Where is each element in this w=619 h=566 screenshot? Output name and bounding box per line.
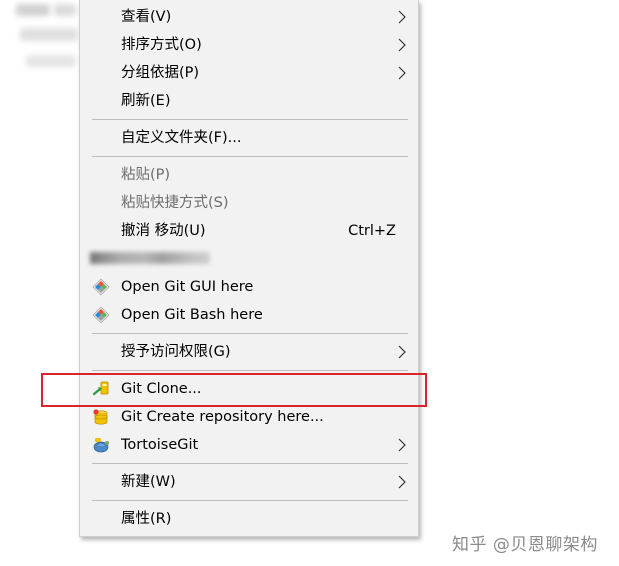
menu-item-open-git-bash[interactable]: Open Git Bash here <box>80 301 418 329</box>
menu-item-label: Open Git GUI here <box>121 279 254 295</box>
git-icon <box>92 278 110 296</box>
menu-item-label: 分组依据(P) <box>121 65 200 81</box>
chevron-right-icon <box>398 10 406 24</box>
menu-item-undo-move[interactable]: 撤消 移动(U) Ctrl+Z <box>80 217 418 245</box>
menu-item-label: 新建(W) <box>121 474 176 490</box>
menu-item-label: Git Create repository here... <box>121 409 324 425</box>
menu-item-tortoisegit[interactable]: TortoiseGit <box>80 431 418 459</box>
annotation-highlight-box <box>41 373 427 407</box>
chevron-right-icon <box>398 475 406 489</box>
menu-item-refresh[interactable]: 刷新(E) <box>80 87 418 115</box>
menu-item-new[interactable]: 新建(W) <box>80 468 418 496</box>
watermark: 知乎 @贝恩聊架构 <box>452 535 598 555</box>
menu-item-label: 属性(R) <box>121 511 172 527</box>
chevron-right-icon <box>398 38 406 52</box>
menu-item-group-by[interactable]: 分组依据(P) <box>80 59 418 87</box>
git-icon <box>92 306 110 324</box>
menu-item-label: Open Git Bash here <box>121 307 263 323</box>
menu-separator <box>92 333 408 334</box>
menu-item-shortcut: Ctrl+Z <box>348 223 396 239</box>
menu-item-label: 自定义文件夹(F)... <box>121 130 242 146</box>
menu-item-paste-shortcut[interactable]: 粘贴快捷方式(S) <box>80 189 418 217</box>
menu-item-label: TortoiseGit <box>121 437 199 453</box>
tortoisegit-icon <box>93 438 109 453</box>
menu-item-label: 粘贴快捷方式(S) <box>121 195 229 211</box>
menu-item-view[interactable]: 查看(V) <box>80 3 418 31</box>
menu-separator <box>92 119 408 120</box>
menu-item-open-git-gui[interactable]: Open Git GUI here <box>80 273 418 301</box>
menu-item-customize-folder[interactable]: 自定义文件夹(F)... <box>80 124 418 152</box>
menu-item-label: 授予访问权限(G) <box>121 344 231 360</box>
menu-item-obscured[interactable] <box>80 245 418 273</box>
chevron-right-icon <box>398 66 406 80</box>
tortoisegit-create-repo-icon <box>93 409 108 425</box>
menu-item-label: 查看(V) <box>121 9 172 25</box>
menu-item-sort-by[interactable]: 排序方式(O) <box>80 31 418 59</box>
menu-item-label: 撤消 移动(U) <box>121 223 206 239</box>
chevron-right-icon <box>398 438 406 452</box>
blurred-content <box>90 252 210 264</box>
menu-item-label: 排序方式(O) <box>121 37 202 53</box>
menu-separator <box>92 500 408 501</box>
menu-item-label: 刷新(E) <box>121 93 171 109</box>
menu-item-properties[interactable]: 属性(R) <box>80 505 418 533</box>
context-menu: 查看(V) 排序方式(O) 分组依据(P) 刷新(E) 自定义文件夹(F)...… <box>79 0 419 537</box>
menu-item-paste[interactable]: 粘贴(P) <box>80 161 418 189</box>
menu-separator <box>92 463 408 464</box>
menu-separator <box>92 370 408 371</box>
menu-separator <box>92 156 408 157</box>
menu-item-git-create-repository[interactable]: Git Create repository here... <box>80 403 418 431</box>
chevron-right-icon <box>398 345 406 359</box>
menu-item-give-access[interactable]: 授予访问权限(G) <box>80 338 418 366</box>
menu-item-label: 粘贴(P) <box>121 167 171 183</box>
